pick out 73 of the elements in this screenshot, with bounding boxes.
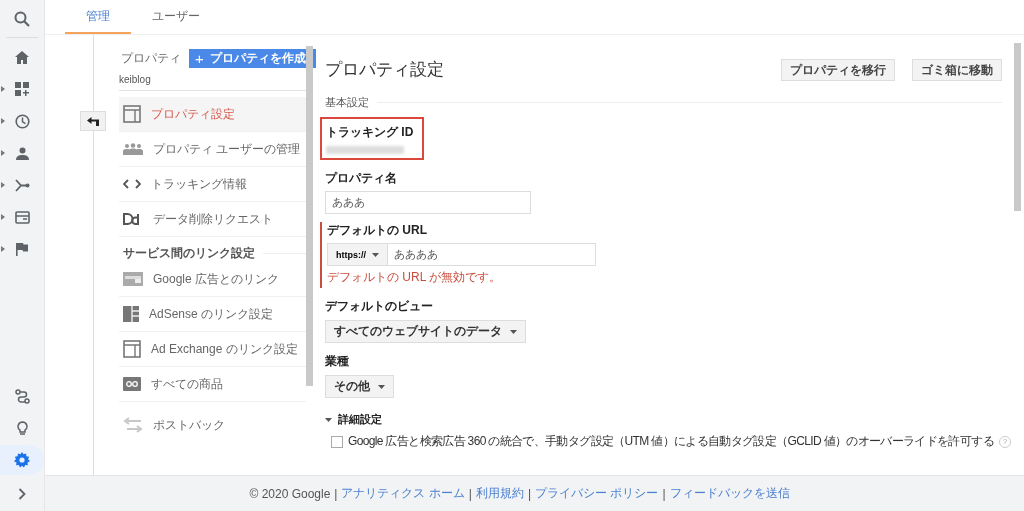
field-label: デフォルトのビュー [325, 298, 434, 315]
layout-icon [123, 105, 141, 123]
group-heading: サービス間のリンク設定 [123, 245, 255, 262]
scrollbar[interactable] [1013, 43, 1021, 211]
clock-icon[interactable] [14, 113, 30, 129]
columns-icon [123, 306, 139, 322]
view-dropdown[interactable]: すべてのウェブサイトのデータ [325, 320, 526, 343]
field-label: 業種 [325, 353, 350, 370]
separator: | [468, 486, 472, 501]
footer-link[interactable]: フィードバックを送信 [669, 485, 790, 502]
flag-icon[interactable] [16, 242, 28, 256]
expand-arrow-icon[interactable] [1, 150, 5, 156]
property-name-field[interactable]: あああ [325, 191, 531, 214]
layout-icon [123, 340, 141, 358]
industry-dropdown[interactable]: その他 [325, 375, 394, 398]
infinity-icon [123, 377, 141, 391]
protocol-dropdown[interactable]: https:// [327, 243, 388, 266]
expand-arrow-icon[interactable] [1, 118, 5, 124]
nav-item[interactable]: Ad Exchange のリンク設定 [119, 332, 306, 367]
field-label: トラッキング ID [326, 124, 415, 141]
nav-item[interactable]: AdSense のリンク設定 [119, 297, 306, 332]
advanced-toggle[interactable]: 詳細設定 [325, 412, 382, 427]
back-arrow-icon [87, 116, 99, 126]
arrows-icon [123, 417, 143, 433]
column-label: プロパティ [121, 50, 181, 67]
expand-arrow-icon[interactable] [1, 182, 5, 188]
window-icon[interactable] [14, 210, 30, 224]
nav-item[interactable]: ポストバック [119, 408, 306, 442]
url-field[interactable]: ああああ [388, 243, 596, 266]
rail-button[interactable] [0, 445, 44, 475]
banner-icon [123, 272, 143, 286]
caret-icon [325, 417, 332, 422]
search-icon[interactable] [14, 11, 30, 27]
footer-link[interactable]: プライバシー ポリシー [535, 485, 659, 502]
nav-item[interactable]: すべての商品 [119, 367, 306, 402]
separator: | [527, 486, 532, 501]
scrollbar[interactable] [306, 46, 313, 386]
expand-arrow-icon[interactable] [1, 246, 5, 252]
checkbox-label: Google 広告と検索広告 360 の統合で、手動タグ設定（UTM 値）による自動タグ設定（GCLID 値）のオーバーライドを許可する [348, 433, 994, 450]
chevron-right-icon[interactable] [18, 488, 26, 500]
tab[interactable]: ユーザー [131, 0, 221, 34]
nav-item[interactable]: プロパティ ユーザーの管理 [119, 132, 306, 167]
section-heading: 基本設定 [325, 95, 369, 110]
branch-icon[interactable] [14, 178, 30, 192]
field-label: デフォルトの URL [327, 222, 428, 239]
create-property-button[interactable]: + プロパティを作成 [189, 49, 316, 68]
error-message: デフォルトの URL が無効です。 [327, 269, 503, 286]
field-label: プロパティ名 [325, 170, 398, 187]
action-button[interactable]: ゴミ箱に移動 [912, 59, 1002, 81]
caret-icon [510, 329, 517, 334]
nav-item[interactable]: プロパティ設定 [119, 97, 306, 132]
caret-icon [372, 252, 379, 257]
group-icon [123, 143, 143, 155]
expand-arrow-icon[interactable] [1, 214, 5, 220]
expand-arrow-icon[interactable] [1, 86, 5, 92]
dashboard-icon[interactable] [15, 82, 29, 96]
nav-item[interactable]: Google 広告とのリンク [119, 262, 306, 297]
lightbulb-icon[interactable] [16, 420, 28, 436]
action-button[interactable]: プロパティを移行 [781, 59, 895, 81]
home-icon[interactable] [15, 50, 29, 64]
route-icon[interactable] [14, 388, 30, 404]
settings-icon[interactable] [14, 452, 30, 468]
page-title: プロパティ設定 [325, 58, 444, 81]
person-icon[interactable] [15, 146, 29, 160]
caret-icon [378, 384, 385, 389]
code-icon [123, 179, 141, 189]
footer-link[interactable]: アナリティクス ホーム [341, 485, 465, 502]
copyright: © 2020 Google [249, 486, 331, 501]
checkbox[interactable] [331, 435, 343, 448]
separator: | [662, 486, 666, 501]
back-button[interactable] [80, 111, 106, 131]
separator: | [334, 486, 338, 501]
footer-link[interactable]: 利用規約 [475, 485, 524, 502]
